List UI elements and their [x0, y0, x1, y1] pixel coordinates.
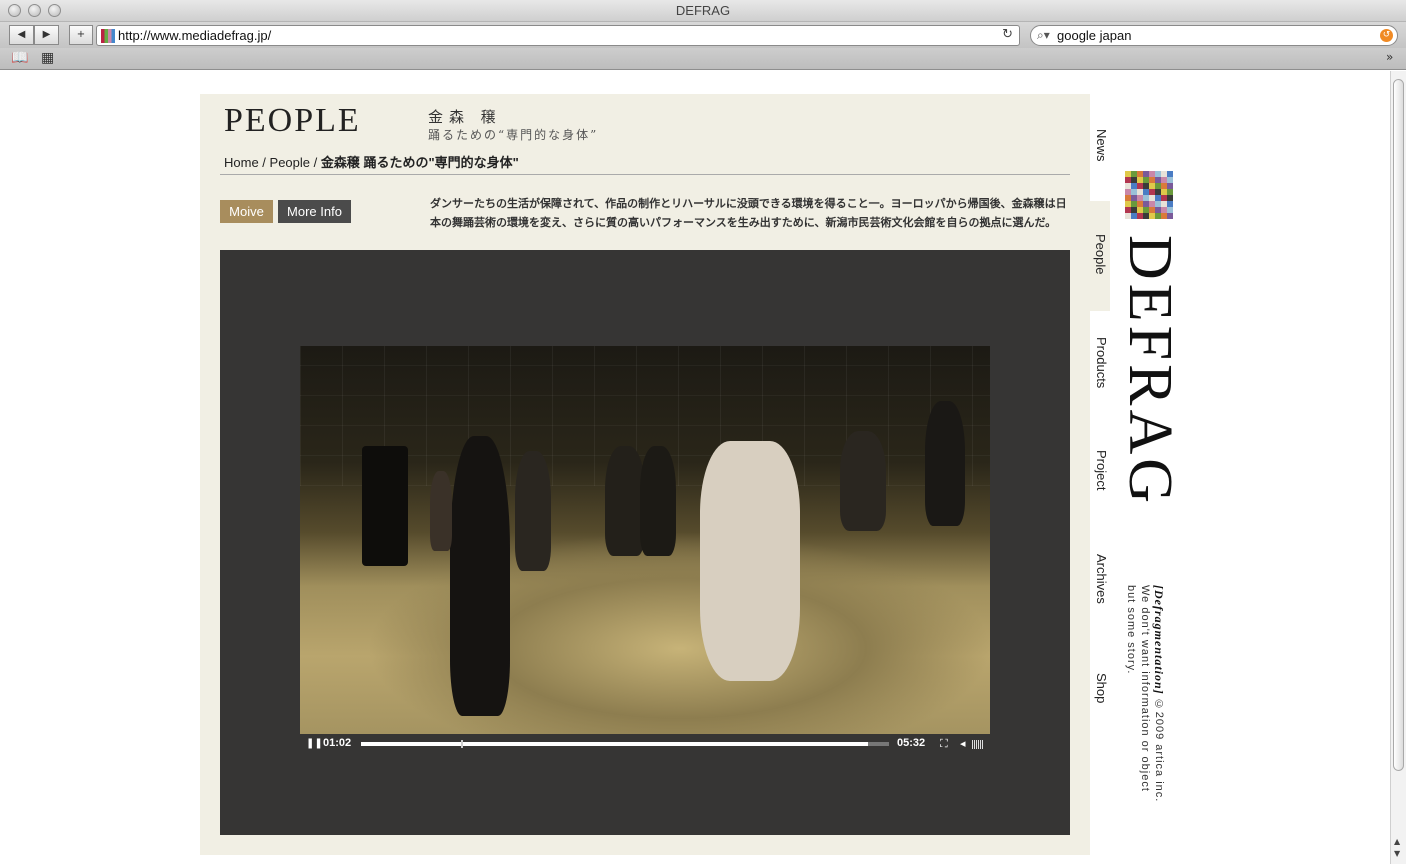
dancer-silhouette [640, 446, 676, 556]
nav-item-shop[interactable]: Shop [1091, 673, 1111, 733]
plus-icon: + [76, 29, 86, 40]
search-icon: ⌕▾ [1037, 28, 1050, 42]
tagline-heading: [Defragmentation] [1152, 585, 1166, 695]
dancer-silhouette [430, 471, 452, 551]
volume-icon[interactable]: ◂ [960, 737, 966, 750]
nav-label: Products [1094, 337, 1109, 389]
search-snapback-icon[interactable]: ↺ [1380, 29, 1393, 42]
scroll-up-arrow-icon[interactable]: ▲ [1394, 837, 1400, 846]
brand-wordmark: DEFRAG [1116, 235, 1184, 508]
nav-item-news[interactable]: News [1091, 129, 1111, 199]
url-text: http://www.mediadefrag.jp/ [118, 28, 272, 43]
top-sites-grid-icon[interactable]: ▦ [41, 50, 54, 66]
browser-toolbar: ◀ ▶ + http://www.mediadefrag.jp/ ↻ ⌕▾ go… [0, 22, 1406, 48]
window-title: DEFRAG [675, 3, 731, 18]
dancer-silhouette [925, 401, 965, 526]
search-input-value: google japan [1057, 28, 1132, 43]
back-arrow-icon: ◀ [17, 29, 26, 40]
nav-item-people[interactable]: People [1090, 201, 1110, 311]
bookmarks-book-icon[interactable]: 📖 [11, 50, 28, 66]
pause-icon[interactable]: ❚❚ [306, 738, 323, 749]
add-bookmark-button[interactable]: + [69, 25, 93, 45]
forward-arrow-icon: ▶ [42, 29, 51, 40]
dancer-silhouette [450, 436, 510, 716]
forward-button[interactable]: ▶ [34, 25, 59, 45]
dancer-silhouette [840, 431, 886, 531]
seek-bar[interactable] [361, 740, 889, 748]
nav-label: People [1093, 234, 1108, 275]
logo-mosaic-cell [1167, 213, 1173, 219]
article-description: ダンサーたちの生活が保障されて、作品の制作とリハーサルに没頭できる環境を得ること… [430, 198, 1067, 229]
tagline-line-2: but some story. [1125, 585, 1137, 675]
bookmarks-bar: 📖 ▦ » [0, 48, 1406, 70]
volume-slider[interactable] [972, 740, 984, 749]
dancer-silhouette [515, 451, 551, 571]
fullscreen-icon[interactable]: ⛶ [940, 737, 948, 751]
total-time: 05:32 [897, 737, 926, 749]
section-title: PEOPLE [224, 102, 361, 139]
person-subtitle: 踊るための“専門的な身体” [428, 128, 599, 142]
divider [220, 174, 1070, 175]
web-page: PEOPLE 金森 穣 踊るための“専門的な身体” Home / People … [0, 71, 1390, 864]
site-favicon-icon [101, 29, 115, 43]
scroll-down-arrow-icon[interactable]: ▼ [1394, 849, 1400, 858]
breadcrumb-current: 金森穣 踊るための"専門的な身体" [320, 155, 519, 170]
address-bar[interactable]: http://www.mediadefrag.jp/ ↻ [96, 25, 1020, 46]
more-bookmarks-chevron-icon[interactable]: » [1386, 50, 1393, 64]
breadcrumb-separator: / [310, 155, 321, 170]
reload-icon[interactable]: ↻ [1002, 27, 1013, 42]
content-panel: PEOPLE 金森 穣 踊るための“専門的な身体” Home / People … [200, 94, 1090, 855]
playhead[interactable] [461, 740, 464, 748]
person-name: 金森 穣 [428, 108, 502, 126]
current-time: 01:02 [323, 737, 352, 749]
nav-item-archives[interactable]: Archives [1091, 554, 1111, 634]
tab-movie[interactable]: Moive [220, 200, 273, 223]
studio-door [362, 446, 408, 566]
breadcrumb: Home / People / 金森穣 踊るための"専門的な身体" [224, 152, 519, 171]
search-field[interactable]: ⌕▾ google japan ↺ [1030, 25, 1398, 46]
nav-item-products[interactable]: Products [1091, 337, 1111, 417]
nav-label: News [1094, 129, 1109, 162]
nav-label: Project [1094, 450, 1109, 491]
window-titlebar: DEFRAG [0, 0, 1406, 22]
defrag-mosaic-logo[interactable] [1125, 171, 1173, 219]
video-frame[interactable] [300, 346, 990, 734]
dancer-silhouette [605, 446, 645, 556]
tagline-line-1: We don't want information or object [1139, 585, 1151, 792]
tab-more-info[interactable]: More Info [278, 200, 351, 223]
copyright-text: ©2009 artica inc. [1153, 698, 1165, 803]
dancer-silhouette [700, 441, 800, 681]
back-button[interactable]: ◀ [9, 25, 34, 45]
breadcrumb-home-link[interactable]: Home [224, 155, 259, 170]
nav-item-project[interactable]: Project [1091, 450, 1111, 520]
page-scrollbar[interactable]: ▲ ▼ [1390, 71, 1406, 864]
breadcrumb-separator: / [258, 155, 270, 170]
scrollbar-thumb[interactable] [1393, 79, 1404, 771]
nav-label: Archives [1094, 554, 1109, 604]
nav-label: Shop [1094, 673, 1109, 704]
buffered-fill [361, 742, 868, 746]
vertical-nav: News People Products Project Archives Sh… [1090, 94, 1111, 855]
video-player: ❚❚ 01:02 05:32 ⛶ ◂ [220, 250, 1070, 835]
video-controls: ❚❚ 01:02 05:32 ⛶ ◂ [300, 734, 990, 756]
brand-tagline: [Defragmentation] ©2009 artica inc. We d… [1124, 585, 1166, 802]
breadcrumb-people-link[interactable]: People [270, 155, 310, 170]
